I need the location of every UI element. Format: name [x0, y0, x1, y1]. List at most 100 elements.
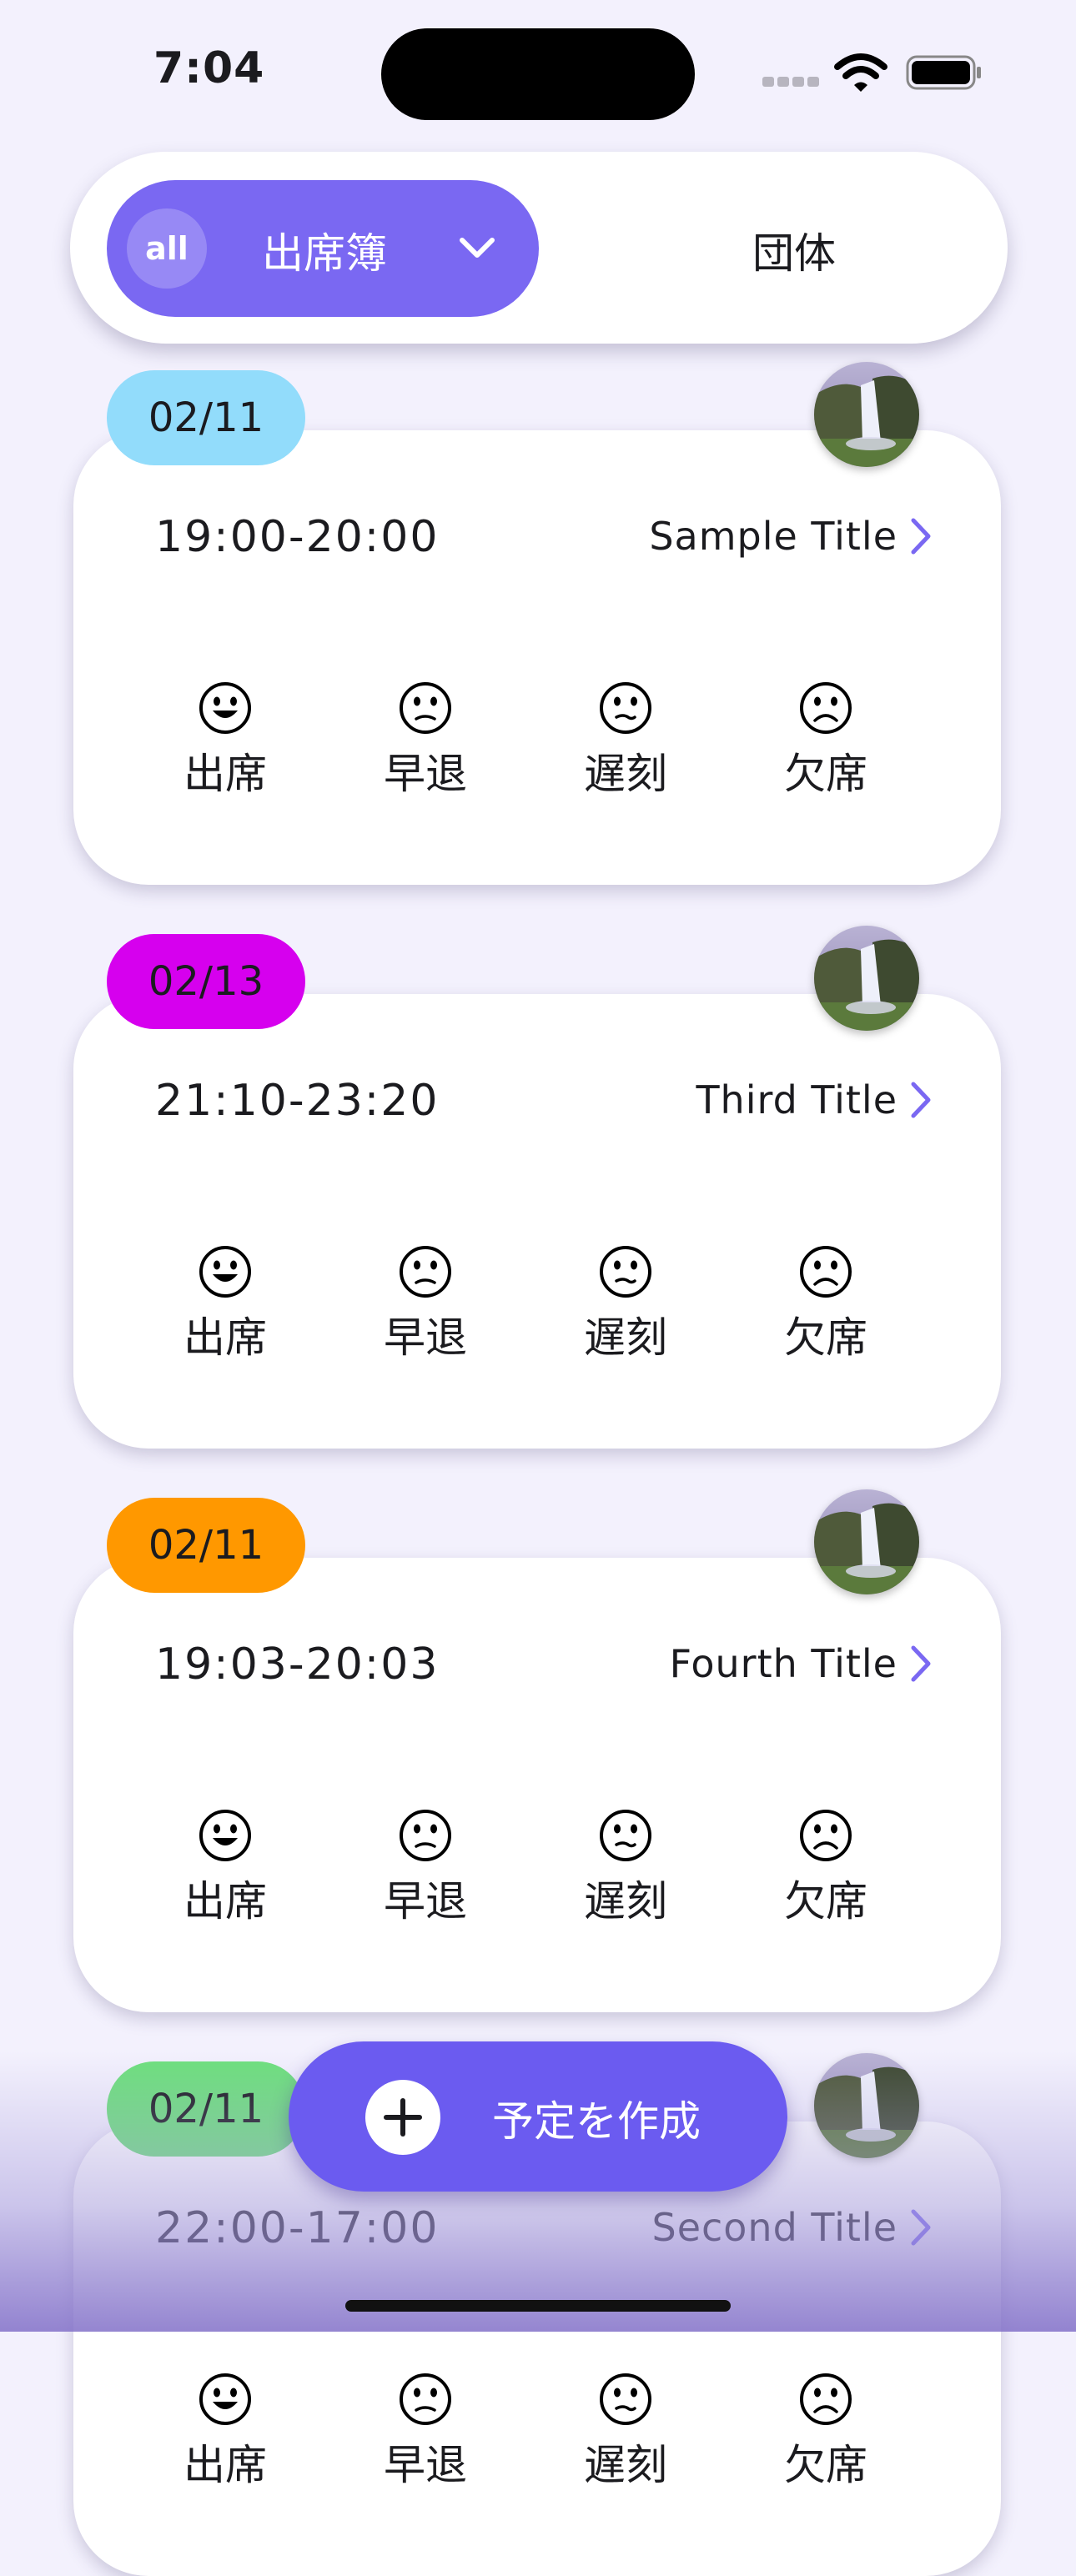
attendance-option-label: 欠席	[784, 750, 867, 798]
attendance-option-3[interactable]: 欠席	[767, 1244, 884, 1364]
attendance-options: 出席 早退 遅刻 欠席	[167, 680, 901, 806]
event-date-badge: 02/11	[107, 370, 305, 465]
attendance-options: 出席 早退 遅刻 欠席	[167, 2372, 901, 2497]
event-card: 19:03-20:03 Fourth Title 出席 早退 遅刻 欠席 02/…	[73, 1489, 1003, 2012]
cellular-signal-icon	[762, 77, 821, 88]
slightly-frowning-face-icon	[400, 1246, 451, 1298]
attendance-option-label: 遅刻	[584, 1877, 667, 1926]
confused-face-icon	[600, 1810, 651, 1861]
chevron-down-icon[interactable]	[457, 232, 497, 265]
frowning-face-icon	[800, 1246, 852, 1298]
chevron-right-icon	[911, 2209, 931, 2246]
attendance-option-label: 欠席	[784, 2441, 867, 2489]
attendance-option-2[interactable]: 遅刻	[567, 680, 684, 801]
attendance-option-label: 遅刻	[584, 1313, 667, 1362]
grinning-face-icon	[199, 682, 251, 734]
event-title-link[interactable]: Fourth Title	[670, 1641, 933, 1686]
event-title-link[interactable]: Third Title	[696, 1077, 933, 1122]
event-date-badge: 02/11	[107, 1498, 305, 1593]
attendance-option-0[interactable]: 出席	[167, 2372, 284, 2492]
all-filter-chip[interactable]: all	[127, 208, 207, 289]
attendance-option-label: 遅刻	[584, 750, 667, 798]
plus-icon	[365, 2080, 440, 2155]
attendance-option-0[interactable]: 出席	[167, 680, 284, 801]
slightly-frowning-face-icon	[400, 2373, 451, 2425]
group-avatar[interactable]	[814, 1489, 919, 1594]
event-title: Third Title	[696, 1077, 898, 1122]
waterfall-image	[814, 362, 919, 467]
view-switcher: all 出席簿 団体	[70, 152, 1008, 344]
attendance-book-selector[interactable]: all 出席簿	[107, 180, 539, 317]
confused-face-icon	[600, 1246, 651, 1298]
slightly-frowning-face-icon	[400, 682, 451, 734]
attendance-option-3[interactable]: 欠席	[767, 680, 884, 801]
attendance-option-3[interactable]: 欠席	[767, 2372, 884, 2492]
attendance-option-label: 欠席	[784, 1313, 867, 1362]
grinning-face-icon	[199, 2373, 251, 2425]
event-date-badge: 02/11	[107, 2061, 305, 2157]
event-title: Sample Title	[649, 514, 898, 559]
group-avatar[interactable]	[814, 362, 919, 467]
attendance-option-label: 欠席	[784, 1877, 867, 1926]
create-event-button[interactable]: 予定を作成	[289, 2041, 787, 2192]
event-card-body[interactable]: 19:03-20:03 Fourth Title 出席 早退 遅刻 欠席	[73, 1558, 1001, 2012]
waterfall-image	[814, 1489, 919, 1594]
attendance-option-1[interactable]: 早退	[367, 1808, 484, 1928]
slightly-frowning-face-icon	[400, 1810, 451, 1861]
wifi-icon	[834, 53, 887, 92]
home-indicator[interactable]	[345, 2300, 731, 2312]
confused-face-icon	[600, 2373, 651, 2425]
attendance-option-label: 早退	[384, 1313, 467, 1362]
waterfall-image	[814, 926, 919, 1031]
event-card-body[interactable]: 19:00-20:00 Sample Title 出席 早退 遅刻 欠席	[73, 430, 1001, 885]
attendance-option-label: 出席	[184, 2441, 267, 2489]
attendance-option-2[interactable]: 遅刻	[567, 2372, 684, 2492]
event-time: 22:00-17:00	[155, 2203, 440, 2253]
event-card-body[interactable]: 21:10-23:20 Third Title 出席 早退 遅刻 欠席	[73, 994, 1001, 1449]
event-time: 19:00-20:00	[155, 512, 440, 562]
attendance-option-label: 出席	[184, 1877, 267, 1926]
event-time: 19:03-20:03	[155, 1640, 440, 1690]
attendance-option-label: 遅刻	[584, 2441, 667, 2489]
attendance-option-0[interactable]: 出席	[167, 1808, 284, 1928]
group-avatar[interactable]	[814, 926, 919, 1031]
grinning-face-icon	[199, 1810, 251, 1861]
event-card: 21:10-23:20 Third Title 出席 早退 遅刻 欠席 02/1…	[73, 926, 1003, 1449]
event-time: 21:10-23:20	[155, 1076, 440, 1126]
attendance-option-2[interactable]: 遅刻	[567, 1808, 684, 1928]
attendance-options: 出席 早退 遅刻 欠席	[167, 1808, 901, 1933]
create-event-label: 予定を作成	[492, 2097, 701, 2146]
chevron-right-icon	[911, 518, 931, 555]
status-time: 7:04	[153, 43, 265, 93]
attendance-option-label: 出席	[184, 750, 267, 798]
frowning-face-icon	[800, 1810, 852, 1861]
event-card: 19:00-20:00 Sample Title 出席 早退 遅刻 欠席 02/…	[73, 362, 1003, 885]
frowning-face-icon	[800, 2373, 852, 2425]
dynamic-island	[381, 28, 695, 120]
grinning-face-icon	[199, 1246, 251, 1298]
attendance-option-1[interactable]: 早退	[367, 2372, 484, 2492]
attendance-option-2[interactable]: 遅刻	[567, 1244, 684, 1364]
attendance-option-1[interactable]: 早退	[367, 680, 484, 801]
attendance-option-label: 早退	[384, 750, 467, 798]
attendance-option-1[interactable]: 早退	[367, 1244, 484, 1364]
event-title: Fourth Title	[669, 1641, 898, 1686]
event-title-link[interactable]: Second Title	[652, 2205, 933, 2250]
attendance-option-3[interactable]: 欠席	[767, 1808, 884, 1928]
confused-face-icon	[600, 682, 651, 734]
chevron-right-icon	[911, 1082, 931, 1118]
event-title: Second Title	[651, 2205, 898, 2250]
waterfall-image	[814, 2053, 919, 2158]
group-avatar[interactable]	[814, 2053, 919, 2158]
attendance-option-0[interactable]: 出席	[167, 1244, 284, 1364]
attendance-book-label: 出席簿	[262, 229, 387, 278]
battery-icon	[906, 55, 981, 90]
attendance-option-label: 早退	[384, 1877, 467, 1926]
attendance-option-label: 出席	[184, 1313, 267, 1362]
attendance-options: 出席 早退 遅刻 欠席	[167, 1244, 901, 1369]
tab-group[interactable]: 団体	[752, 220, 836, 280]
event-date-badge: 02/13	[107, 934, 305, 1029]
chevron-right-icon	[911, 1645, 931, 1682]
event-title-link[interactable]: Sample Title	[649, 514, 933, 559]
attendance-option-label: 早退	[384, 2441, 467, 2489]
